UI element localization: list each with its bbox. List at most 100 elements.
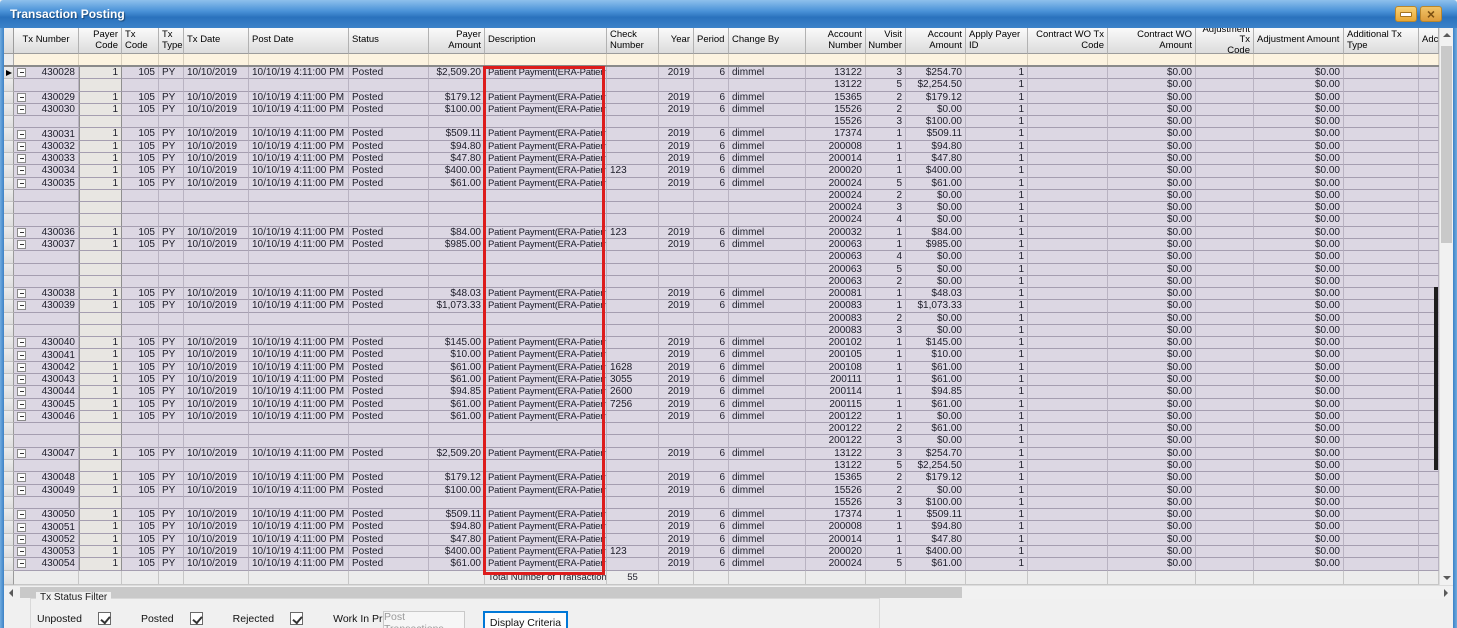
cell-adjustment_amount[interactable]: $0.00 [1254,460,1344,472]
cell-post_date[interactable] [249,264,349,276]
cell-check_number[interactable] [607,214,659,226]
cell-account_number[interactable]: 13122 [806,448,866,460]
cell-visit_number[interactable]: 2 [866,92,906,104]
cell-payer_amount[interactable] [429,276,485,288]
cell-account_number[interactable]: 15526 [806,116,866,128]
cell-account_amount[interactable]: $145.00 [906,337,966,349]
row-selector[interactable] [4,497,14,509]
grid-row-line[interactable]: 131225$2,254.501$0.00$0.00 [4,79,1439,91]
cell-tx_code[interactable]: 105 [122,227,159,239]
cell-additional_more[interactable] [1419,165,1439,177]
cell-period[interactable] [694,264,729,276]
cell-adjustment_tx_code[interactable] [1196,178,1254,190]
cell-year[interactable]: 2019 [659,386,694,398]
cell-tx_date[interactable] [184,264,249,276]
cell-change_by[interactable]: dimmel [729,92,806,104]
cell-check_number[interactable]: 1628 [607,362,659,374]
cell-period[interactable]: 6 [694,485,729,497]
cell-post_date[interactable]: 10/10/19 4:11:00 PM [249,337,349,349]
cell-adjustment_tx_code[interactable] [1196,313,1254,325]
cell-additional_more[interactable] [1419,509,1439,521]
cell-change_by[interactable]: dimmel [729,227,806,239]
cell-tx_number[interactable] [14,190,79,202]
cell-visit_number[interactable]: 2 [866,472,906,484]
cell-payer_amount[interactable] [429,116,485,128]
cell-contract_wo_tx_code[interactable] [1028,104,1108,116]
cell-check_number[interactable] [607,264,659,276]
cell-additional_more[interactable] [1419,214,1439,226]
cell-adjustment_tx_code[interactable] [1196,276,1254,288]
cell-year[interactable]: 2019 [659,104,694,116]
cell-additional_tx_type[interactable] [1344,276,1419,288]
cell-additional_tx_type[interactable] [1344,190,1419,202]
row-selector[interactable] [4,300,14,312]
cell-tx_date[interactable]: 10/10/2019 [184,386,249,398]
row-selector[interactable] [4,128,14,140]
cell-adjustment_tx_code[interactable] [1196,497,1254,509]
cell-year[interactable]: 2019 [659,349,694,361]
cell-contract_wo_amount[interactable]: $0.00 [1108,460,1196,472]
row-selector[interactable] [4,104,14,116]
cell-additional_tx_type[interactable] [1344,521,1419,533]
cell-status[interactable] [349,325,429,337]
cell-tx_number[interactable] [14,325,79,337]
cell-tx_code[interactable]: 105 [122,153,159,165]
cell-payer_code[interactable] [79,264,122,276]
scroll-right-icon[interactable] [1439,586,1453,599]
cell-check_number[interactable] [607,300,659,312]
filter-cell-adjustment_tx_code[interactable] [1196,54,1254,65]
cell-status[interactable]: Posted [349,558,429,570]
cell-year[interactable]: 2019 [659,374,694,386]
cell-adjustment_tx_code[interactable] [1196,435,1254,447]
cell-tx_code[interactable] [122,214,159,226]
cell-status[interactable]: Posted [349,411,429,423]
cell-period[interactable]: 6 [694,521,729,533]
cell-adjustment_tx_code[interactable] [1196,300,1254,312]
cell-account_number[interactable]: 200063 [806,239,866,251]
cell-check_number[interactable] [607,153,659,165]
cell-account_number[interactable]: 200083 [806,313,866,325]
cell-tx_date[interactable] [184,79,249,91]
cell-change_by[interactable]: dimmel [729,104,806,116]
cell-account_number[interactable]: 200115 [806,399,866,411]
cell-account_number[interactable]: 200032 [806,227,866,239]
cell-additional_tx_type[interactable] [1344,374,1419,386]
cell-adjustment_tx_code[interactable] [1196,67,1254,79]
cell-contract_wo_amount[interactable]: $0.00 [1108,558,1196,570]
grid-row-line[interactable]: 2000832$0.001$0.00$0.00 [4,313,1439,325]
cell-change_by[interactable] [729,251,806,263]
cell-tx_number[interactable] [14,435,79,447]
cell-contract_wo_amount[interactable]: $0.00 [1108,349,1196,361]
cell-payer_amount[interactable] [429,214,485,226]
cell-post_date[interactable]: 10/10/19 4:11:00 PM [249,349,349,361]
cell-status[interactable] [349,313,429,325]
cell-contract_wo_amount[interactable]: $0.00 [1108,190,1196,202]
cell-apply_payer_id[interactable]: 1 [966,239,1028,251]
column-header-year[interactable]: Year [659,28,694,54]
cell-tx_code[interactable]: 105 [122,104,159,116]
row-selector[interactable] [4,362,14,374]
cell-additional_more[interactable] [1419,264,1439,276]
cell-tx_date[interactable]: 10/10/2019 [184,534,249,546]
cell-additional_tx_type[interactable] [1344,128,1419,140]
cell-tx_code[interactable] [122,423,159,435]
cell-post_date[interactable] [249,460,349,472]
cell-year[interactable]: 2019 [659,448,694,460]
row-selector[interactable] [4,521,14,533]
cell-payer_code[interactable]: 1 [79,227,122,239]
grid-row-line[interactable]: 155263$100.001$0.00$0.00 [4,497,1439,509]
cell-description[interactable]: Patient Payment(ERA-Patient) [485,349,607,361]
column-header-adjustment_amount[interactable]: Adjustment Amount [1254,28,1344,54]
cell-tx_number[interactable] [14,460,79,472]
cell-year[interactable]: 2019 [659,546,694,558]
cell-additional_more[interactable] [1419,546,1439,558]
cell-tx_type[interactable]: PY [159,386,184,398]
cell-year[interactable]: 2019 [659,521,694,533]
cell-visit_number[interactable]: 3 [866,116,906,128]
cell-adjustment_amount[interactable]: $0.00 [1254,411,1344,423]
cell-payer_code[interactable]: 1 [79,104,122,116]
cell-contract_wo_amount[interactable]: $0.00 [1108,472,1196,484]
filter-cell-contract_wo_tx_code[interactable] [1028,54,1108,65]
cell-visit_number[interactable]: 3 [866,497,906,509]
cell-tx_date[interactable]: 10/10/2019 [184,546,249,558]
